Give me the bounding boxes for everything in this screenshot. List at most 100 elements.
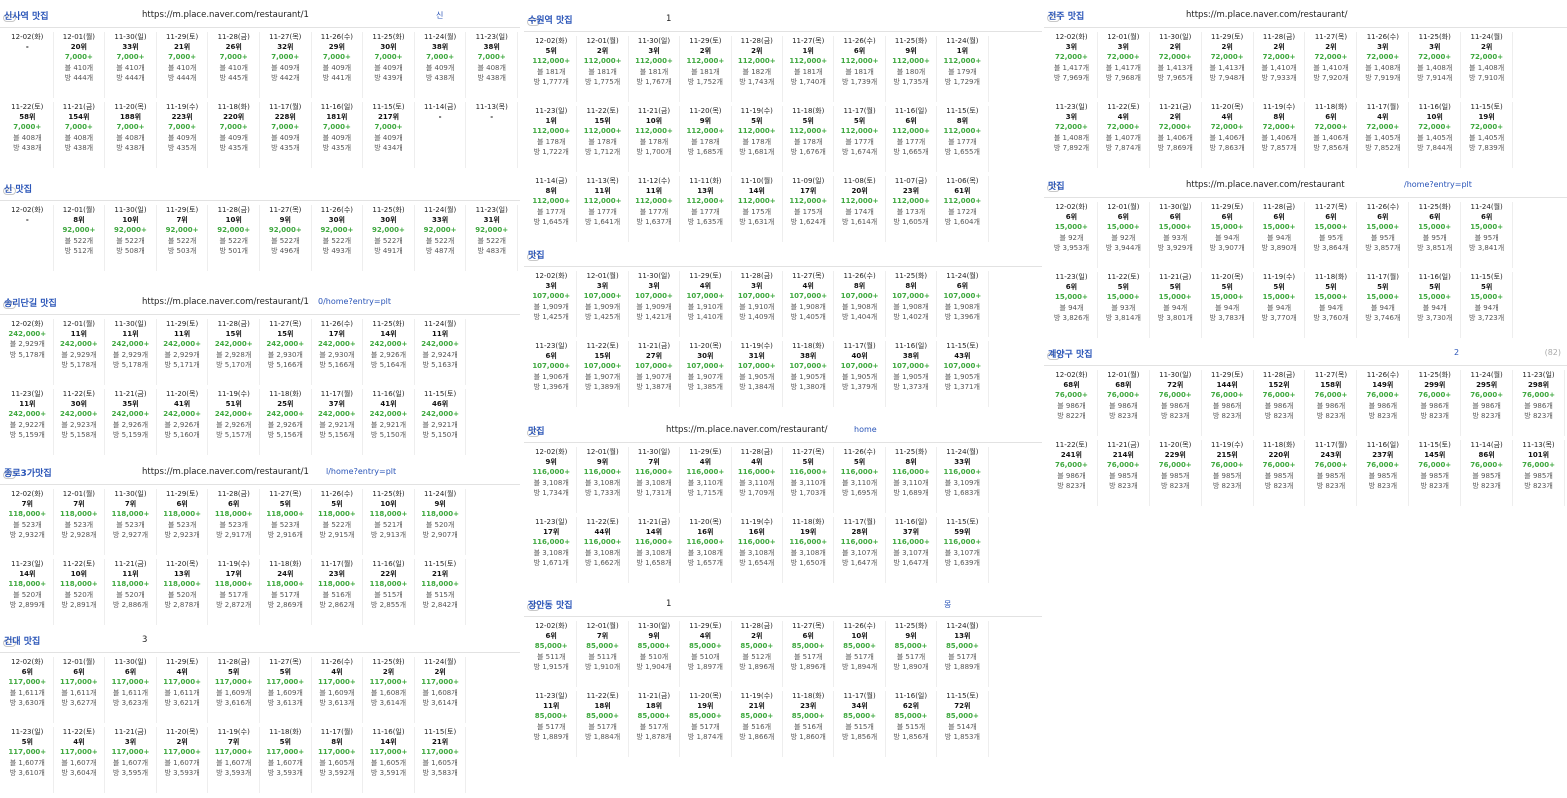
place-url[interactable]: https://m.place.naver.com/restaurant/1: [142, 467, 309, 477]
rank-value: 6위: [1221, 213, 1233, 222]
visitor-count: 7,000+: [13, 123, 42, 132]
keyword-title[interactable]: 계양구 맛집: [1048, 347, 1093, 360]
place-url[interactable]: 3: [142, 635, 147, 645]
place-url[interactable]: https://m.place.naver.com/restaurant/1: [142, 297, 309, 307]
visit-review-count: 방 823개: [1161, 481, 1190, 490]
rank-value: 5위: [21, 738, 33, 747]
keyword-title[interactable]: 수원역 맛집: [528, 13, 573, 26]
keyword-title[interactable]: 맛집: [1048, 179, 1065, 192]
blog-review-count: 블 95개: [1474, 233, 1499, 242]
visitor-count: 112,000+: [737, 127, 776, 136]
blog-review-count: 블 1,607개: [61, 758, 97, 767]
rank-value: 1위: [802, 47, 814, 56]
blog-review-count: 블 1,405개: [1365, 133, 1401, 142]
blog-review-count: 블 517개: [219, 590, 248, 599]
date-label: 11-17(월): [320, 728, 354, 736]
keyword-title[interactable]: 신사역 맛집: [4, 9, 49, 22]
place-url[interactable]: 1: [666, 599, 671, 609]
place-url[interactable]: https://m.place.naver.com/restaurant/: [666, 425, 828, 435]
blog-review-count: 블 1,417개: [1053, 63, 1090, 72]
blog-review-count: 블 985개: [1472, 471, 1501, 480]
blog-review-count: 블 1,909개: [585, 302, 621, 311]
date-label: 12-01(월): [1107, 33, 1140, 41]
date-label: 11-20(목): [165, 390, 199, 398]
place-url[interactable]: https://m.place.naver.com/restaurant: [1186, 180, 1345, 190]
rank-value: 154위: [68, 113, 90, 122]
date-label: 11-13(목): [1522, 441, 1555, 449]
keyword-title[interactable]: 종로3가맛집: [4, 466, 52, 479]
date-label: 11-26(수): [1366, 371, 1399, 379]
rank-value: 6위: [1325, 213, 1337, 222]
blog-review-count: 블 1,607개: [267, 758, 303, 767]
blog-review-count: 블 409개: [374, 63, 403, 72]
blog-review-count: 블 182개: [742, 67, 772, 76]
keyword-title[interactable]: 송리단길 맛집: [4, 296, 57, 309]
rank-value: 5위: [853, 117, 866, 126]
visit-review-count: 방 7,869개: [1157, 143, 1193, 152]
keyword-title[interactable]: 맛집: [528, 248, 545, 261]
daily-rank-row: 12-02(화) 9위 116,000+ 블 3,108개 방 1,734개 12-01(…: [524, 447, 1042, 513]
rank-value: 5위: [802, 458, 814, 467]
visitor-count: 76,000+: [1158, 391, 1192, 400]
blog-review-count: 블 1,609개: [267, 688, 303, 697]
keyword-title[interactable]: 신 맛집: [4, 182, 32, 195]
visit-review-count: 방 1,884개: [585, 732, 621, 741]
date-label: 11-30(일): [114, 658, 147, 666]
visitor-count: 76,000+: [1262, 391, 1296, 400]
daily-rank-cell: 11-28(금) 5위 117,000+ 블 1,609개 방 3,616개: [208, 657, 260, 723]
rank-value: -: [25, 216, 29, 225]
keyword-title[interactable]: 전주 맛집: [1048, 9, 1084, 22]
rank-value: 44위: [594, 528, 611, 537]
place-url[interactable]: 1: [666, 14, 671, 24]
date-label: 11-25(화): [1418, 203, 1451, 211]
visit-review-count: 방 2,891개: [61, 600, 97, 609]
visitor-count: 15,000+: [1470, 223, 1504, 232]
daily-rank-cell: 11-21(금) 10위 112,000+ 블 178개 방 1,700개: [629, 106, 681, 172]
date-label: 11-26(수): [320, 490, 354, 498]
visit-review-count: 방 1,767개: [636, 77, 672, 86]
date-label: 11-29(토): [1211, 371, 1244, 379]
date-label: 11-27(목): [269, 490, 302, 498]
date-label: 12-01(월): [586, 272, 619, 280]
daily-rank-cell: 11-30(일) 11위 242,000+ 블 2,929개 방 5,178개: [105, 319, 157, 385]
keyword-title[interactable]: 맛집: [528, 424, 545, 437]
rank-value: 10위: [225, 216, 242, 225]
rank-value: 19위: [1478, 113, 1495, 122]
daily-rank-cell: 12-01(월) 6위 117,000+ 블 1,611개 방 3,627개: [54, 657, 106, 723]
rank-value: 215위: [1216, 451, 1238, 460]
daily-rank-cell: 11-07(금) 23위 112,000+ 블 173개 방 1,605개: [886, 176, 938, 242]
date-label: 12-01(월): [1107, 203, 1140, 211]
rank-value: 9위: [279, 216, 291, 225]
date-label: 11-20(목): [689, 107, 722, 115]
visit-review-count: 방 1,405개: [790, 312, 826, 321]
daily-rank-cell: 11-28(금) 10위 92,000+ 블 522개 방 501개: [208, 205, 260, 271]
date-label: 11-15(토): [1470, 273, 1503, 281]
keyword-title[interactable]: 장안동 맛집: [528, 598, 573, 611]
visitor-count: 117,000+: [369, 748, 408, 757]
place-url[interactable]: https://m.place.naver.com/restaurant/: [1186, 10, 1348, 20]
visitor-count: 107,000+: [532, 362, 571, 371]
rank-value: 5위: [1273, 283, 1285, 292]
place-url[interactable]: https://m.place.naver.com/restaurant/1: [142, 10, 309, 20]
visit-review-count: 방 3,760개: [1313, 313, 1349, 322]
rank-value: 38위: [902, 352, 920, 361]
date-label: 11-17(월): [843, 342, 876, 350]
date-label: 11-18(화): [1314, 103, 1348, 111]
keyword-title[interactable]: 건대 맛집: [4, 634, 40, 647]
date-label: 11-16(일): [372, 560, 405, 568]
blog-review-count: 블 409개: [322, 63, 352, 72]
visit-review-count: 방 1,897개: [687, 662, 723, 671]
keyword-panel: 전주 맛집 •• https://m.place.naver.com/restaur…: [1044, 5, 1567, 173]
panel-header: 신사역 맛집 •• https://m.place.naver.com/restau…: [0, 5, 520, 28]
blog-review-count: 블 92개: [1059, 233, 1084, 242]
visitor-count: 117,000+: [163, 678, 201, 687]
rank-value: 8위: [956, 117, 969, 126]
visit-review-count: 방 7,969개: [1053, 73, 1090, 82]
daily-rank-cell: 11-24(월) 11위 242,000+ 블 2,924개 방 5,163개: [415, 319, 467, 385]
rank-value: 37위: [328, 400, 345, 409]
visitor-count: 118,000+: [163, 580, 201, 589]
blog-review-count: 블 517개: [588, 722, 617, 731]
visit-review-count: 방 1,421개: [636, 312, 672, 321]
visitor-count: 85,000+: [740, 642, 774, 651]
date-label: 11-24(월): [1470, 203, 1503, 211]
